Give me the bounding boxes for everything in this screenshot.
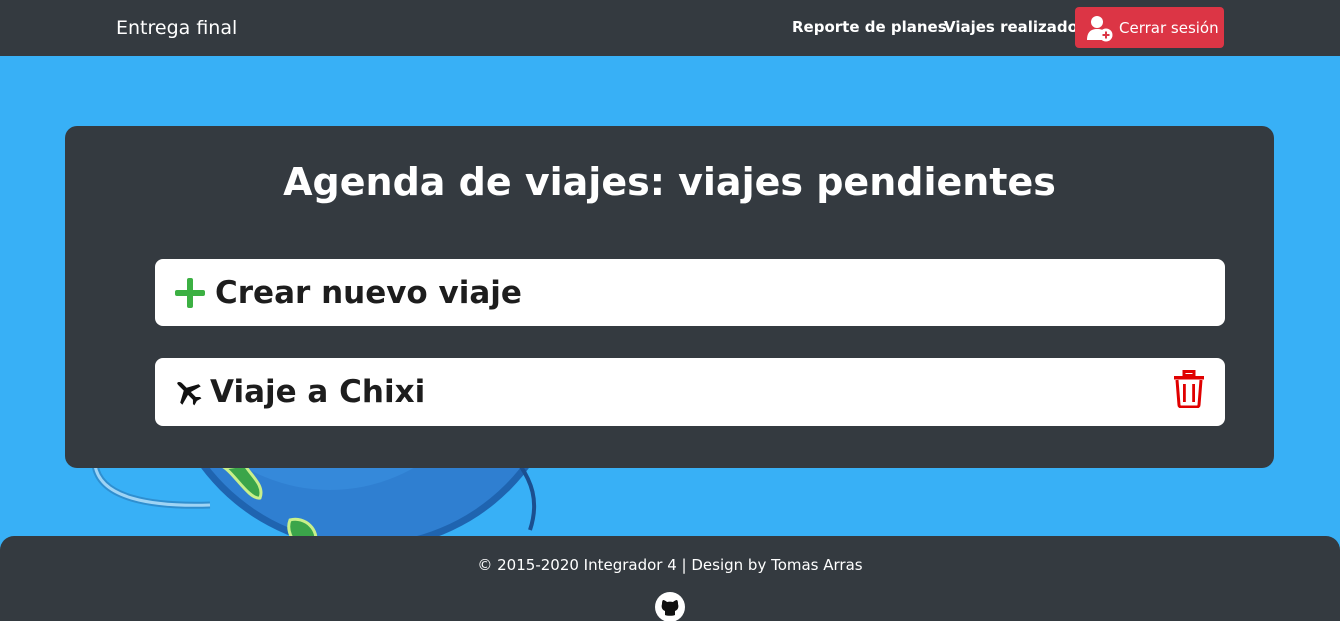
footer-copyright: © 2015-2020 Integrador 4 | Design by Tom… <box>477 556 863 574</box>
plane-icon <box>173 377 203 407</box>
trips-panel: Agenda de viajes: viajes pendientes Crea… <box>65 126 1274 468</box>
create-trip-label: Crear nuevo viaje <box>215 274 522 311</box>
page-title: Agenda de viajes: viajes pendientes <box>283 160 1056 204</box>
trash-icon[interactable] <box>1173 370 1205 409</box>
user-plus-icon <box>1087 14 1113 42</box>
brand-link[interactable]: Entrega final <box>116 17 237 39</box>
nav-link-viajes-realizados[interactable]: Viajes realizados <box>944 18 1087 36</box>
footer: © 2015-2020 Integrador 4 | Design by Tom… <box>0 536 1340 621</box>
nav-link-reporte-de-planes[interactable]: Reporte de planes <box>792 18 947 36</box>
logout-button[interactable]: Cerrar sesión <box>1075 7 1224 48</box>
create-trip-card[interactable]: Crear nuevo viaje <box>155 259 1225 326</box>
logout-button-label: Cerrar sesión <box>1119 18 1219 37</box>
trip-card[interactable]: Viaje a Chixi <box>155 358 1225 426</box>
github-icon[interactable] <box>655 592 685 621</box>
trip-label: Viaje a Chixi <box>210 374 426 410</box>
plus-icon <box>175 277 205 308</box>
top-navbar: Entrega final Reporte de planes Viajes r… <box>0 0 1340 56</box>
